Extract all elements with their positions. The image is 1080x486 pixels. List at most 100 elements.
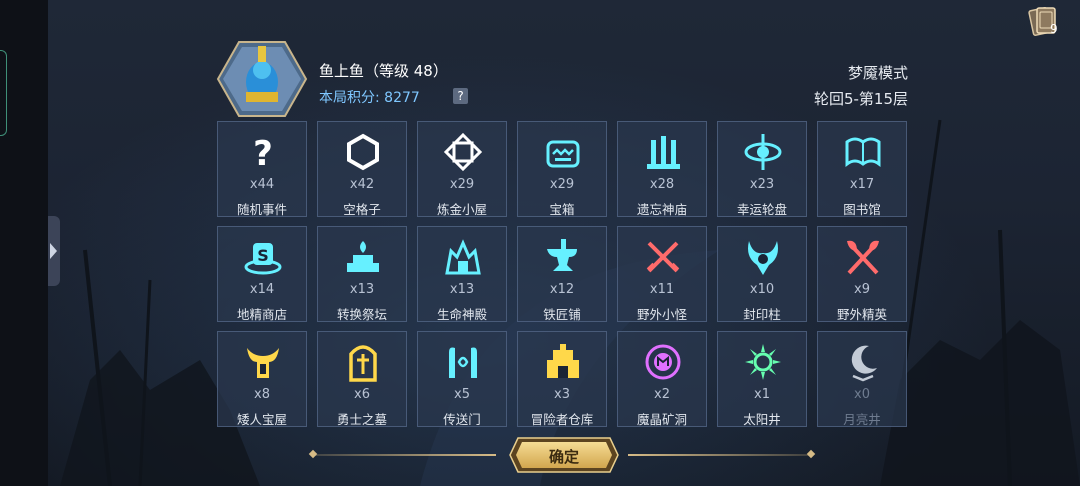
tile-count: x5	[454, 387, 470, 402]
tile-portal[interactable]: x5 传送门	[417, 331, 507, 427]
tile-life-shrine[interactable]: x13 生命神殿	[417, 226, 507, 322]
sun-well-icon	[745, 344, 781, 380]
tile-crystal-mine[interactable]: x2 魔晶矿洞	[617, 331, 707, 427]
tile-count: x28	[649, 177, 675, 192]
score-help-button[interactable]: ?	[453, 88, 468, 104]
score-label: 本局积分:	[319, 90, 380, 106]
horned-helmet-icon	[247, 348, 279, 378]
tile-crossed-swords[interactable]: x11 野外小怪	[617, 226, 707, 322]
tile-altar[interactable]: x13 转换祭坛	[317, 226, 407, 322]
tile-label: 遗忘神庙	[636, 202, 687, 217]
crossed-swords-icon	[646, 241, 680, 273]
score-row: 本局积分: 8277	[319, 87, 420, 107]
tile-question[interactable]: ? x44 随机事件	[217, 121, 307, 217]
tile-label: 矮人宝屋	[236, 412, 287, 427]
tile-label: 封印柱	[743, 307, 781, 322]
tile-label: 地精商店	[236, 307, 287, 322]
tile-label: 太阳井	[743, 412, 781, 427]
tile-hexagon[interactable]: x42 空格子	[317, 121, 407, 217]
tile-count: x10	[749, 282, 775, 297]
tile-label: 勇士之墓	[336, 412, 387, 427]
tile-label: 月亮井	[843, 412, 881, 427]
tile-tomb[interactable]: x6 勇士之墓	[317, 331, 407, 427]
moon-well-icon	[851, 345, 877, 382]
anvil-icon	[547, 239, 577, 271]
tile-warehouse[interactable]: x3 冒险者仓库	[517, 331, 607, 427]
tile-label: 冒险者仓库	[530, 412, 594, 427]
portal-icon	[449, 347, 477, 378]
tile-label: 幸运轮盘	[736, 202, 787, 217]
hexagon-icon	[347, 133, 379, 171]
svg-text:S: S	[257, 246, 269, 265]
tile-grid: ? x44 随机事件 x42 空格子 x29 炼金小屋 x29 宝箱 x28 遗忘神庙 x23 幸运轮盘…	[217, 121, 909, 427]
tile-seal-pillar[interactable]: x10 封印柱	[717, 226, 807, 322]
tile-crossed-axes[interactable]: x9 野外精英	[817, 226, 907, 322]
divider-left	[312, 454, 496, 456]
tile-label: 野外精英	[836, 307, 887, 322]
divider-right	[628, 454, 812, 456]
tomb-icon	[349, 345, 377, 382]
tile-library[interactable]: x17 图书馆	[817, 121, 907, 217]
tile-label: 野外小怪	[636, 307, 687, 322]
tile-wheel[interactable]: x23 幸运轮盘	[717, 121, 807, 217]
tile-sun-well[interactable]: x1 太阳井	[717, 331, 807, 427]
seal-pillar-icon	[748, 241, 778, 275]
tile-label: 生命神殿	[436, 307, 487, 322]
question-icon: ?	[253, 134, 273, 172]
alchemy-icon	[443, 132, 483, 172]
left-edge-bar	[0, 0, 48, 486]
tile-label: 魔晶矿洞	[636, 412, 687, 427]
tile-label: 铁匠铺	[543, 307, 581, 322]
game-mode: 梦魇模式	[847, 64, 908, 82]
tile-count: x12	[549, 282, 575, 297]
player-name: 鱼上鱼（等级 48）	[319, 62, 448, 80]
tile-label: 随机事件	[236, 202, 287, 217]
tile-label: 炼金小屋	[436, 202, 487, 217]
tile-count: x17	[849, 177, 875, 192]
tile-count: x13	[449, 282, 475, 297]
tile-goblin-shop[interactable]: Sx14 地精商店	[217, 226, 307, 322]
tile-anvil[interactable]: x12 铁匠铺	[517, 226, 607, 322]
card-count: 9	[1050, 22, 1058, 36]
tile-count: x1	[754, 387, 770, 402]
temple-icon	[647, 136, 680, 169]
warehouse-icon	[547, 344, 579, 378]
tile-chest[interactable]: x29 宝箱	[517, 121, 607, 217]
confirm-label: 确定	[548, 448, 579, 466]
tile-horned-helmet[interactable]: x8 矮人宝屋	[217, 331, 307, 427]
tile-count: x11	[649, 282, 675, 297]
player-avatar[interactable]	[216, 40, 308, 118]
tile-label: 空格子	[343, 202, 381, 217]
tile-count: x44	[249, 177, 275, 192]
library-icon	[845, 137, 881, 167]
tile-count: x29	[549, 177, 575, 192]
score-value: 8277	[384, 90, 420, 106]
tile-count: x13	[349, 282, 375, 297]
expand-left-arrow[interactable]	[48, 216, 60, 286]
altar-icon	[347, 241, 379, 272]
tile-count: x8	[254, 387, 270, 402]
wheel-icon	[744, 134, 782, 170]
tile-count: x9	[854, 282, 870, 297]
left-notch	[0, 50, 7, 136]
tile-count: x29	[449, 177, 475, 192]
tile-label: 传送门	[443, 412, 481, 427]
tile-alchemy[interactable]: x29 炼金小屋	[417, 121, 507, 217]
round-floor: 轮回5-第15层	[813, 90, 908, 108]
tile-label: 宝箱	[549, 202, 575, 217]
tile-moon-well[interactable]: x0 月亮井	[817, 331, 907, 427]
goblin-shop-icon: S	[244, 243, 282, 275]
tile-count: x2	[654, 387, 670, 402]
tile-count: x3	[554, 387, 570, 402]
crossed-axes-icon	[847, 240, 879, 275]
tile-label: 转换祭坛	[336, 307, 387, 322]
tile-count: x6	[354, 387, 370, 402]
tile-count: x0	[854, 387, 870, 402]
crystal-mine-icon	[645, 344, 681, 380]
life-shrine-icon	[445, 239, 481, 275]
tile-count: x14	[249, 282, 275, 297]
tile-label: 图书馆	[843, 202, 881, 217]
chest-icon	[546, 140, 580, 168]
tile-count: x42	[349, 177, 375, 192]
tile-temple[interactable]: x28 遗忘神庙	[617, 121, 707, 217]
